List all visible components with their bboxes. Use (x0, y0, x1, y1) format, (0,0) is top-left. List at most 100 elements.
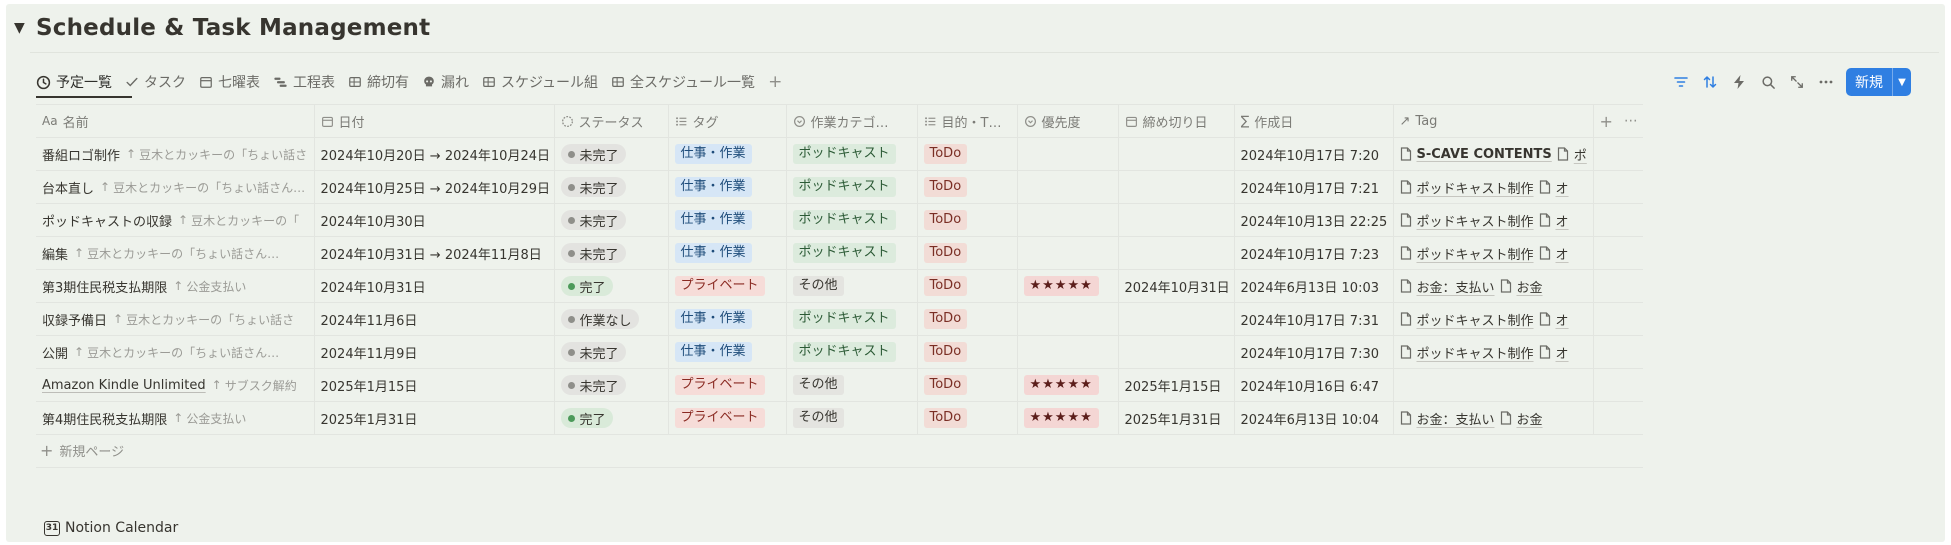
cell-name[interactable]: 番組ロゴ制作 ↑ 豆木とカッキーの「ちょい話さ (36, 137, 315, 171)
relation-page-1[interactable]: ポッドキャスト制作 (1400, 244, 1534, 263)
row-name[interactable]: ポッドキャストの収録 (42, 211, 172, 230)
col-header-status[interactable]: ステータス (554, 104, 669, 138)
col-header-created[interactable]: ∑ 作成日 (1234, 104, 1394, 138)
cell-status[interactable]: 完了 (554, 269, 669, 303)
more-icon[interactable]: ⋯ (1624, 113, 1637, 129)
cell-status[interactable]: 未完了 (554, 368, 669, 402)
cell-date[interactable]: 2024年10月20日 → 2024年10月24日 (314, 137, 555, 171)
cell-category[interactable]: その他 (786, 401, 918, 435)
cell-purpose[interactable]: ToDo (917, 302, 1018, 336)
tab-tasks[interactable]: タスク (125, 72, 186, 92)
relation-page-1[interactable]: お金：支払い (1400, 277, 1495, 296)
table-row[interactable]: 収録予備日 ↑ 豆木とカッキーの「ちょい話さ 2024年11月6日 作業なし 仕事… (36, 302, 1643, 336)
cell-deadline[interactable] (1118, 302, 1235, 336)
parent-relation[interactable]: ↑ 豆木とカッキーの「ちょい話さん… (74, 245, 279, 262)
cell-name[interactable]: 第4期住民税支払期限 ↑ 公金支払い (36, 401, 315, 435)
row-name[interactable]: 収録予備日 (42, 310, 107, 329)
cell-deadline[interactable]: 2025年1月15日 (1118, 368, 1235, 402)
cell-date[interactable]: 2024年10月25日 → 2024年10月29日 (314, 170, 555, 204)
cell-tag-relation[interactable]: ポッドキャスト制作 オ (1393, 203, 1594, 237)
cell-status[interactable]: 未完了 (554, 137, 669, 171)
relation-page-2[interactable]: オ (1539, 343, 1569, 362)
cell-deadline[interactable] (1118, 203, 1235, 237)
tab-schedule-list[interactable]: 予定一覧 (36, 72, 112, 92)
parent-relation[interactable]: ↑ 豆木とカッキーの「ちょい話さ (126, 146, 307, 163)
chevron-down-icon[interactable]: ▼ (1892, 68, 1911, 96)
cell-status[interactable]: 未完了 (554, 236, 669, 270)
new-page-button[interactable]: + 新規ページ (40, 441, 124, 460)
row-name[interactable]: 番組ロゴ制作 (42, 145, 120, 164)
parent-relation[interactable]: ↑ 豆木とカッキーの「ちょい話さ (113, 311, 294, 328)
cell-deadline[interactable] (1118, 170, 1235, 204)
cell-date[interactable]: 2024年10月31日 (314, 269, 555, 303)
table-row[interactable]: Amazon Kindle Unlimited ↑ サブスク解約 2025年1月1… (36, 368, 1643, 402)
cell-priority[interactable] (1017, 335, 1119, 369)
table-row[interactable]: 第4期住民税支払期限 ↑ 公金支払い 2025年1月31日 完了 プライベート そ… (36, 401, 1643, 435)
cell-priority[interactable] (1017, 137, 1119, 171)
parent-relation[interactable]: ↑ 豆木とカッキーの「 (178, 212, 299, 229)
col-header-priority[interactable]: 優先度 (1017, 104, 1119, 138)
relation-page-1[interactable]: ポッドキャスト制作 (1400, 310, 1534, 329)
cell-name[interactable]: 収録予備日 ↑ 豆木とカッキーの「ちょい話さ (36, 302, 315, 336)
cell-deadline[interactable]: 2025年1月31日 (1118, 401, 1235, 435)
cell-priority[interactable] (1017, 170, 1119, 204)
tab-with-deadline[interactable]: 締切有 (348, 72, 409, 92)
cell-priority[interactable]: ★★★★★ (1017, 269, 1119, 303)
row-name[interactable]: 公開 (42, 343, 68, 362)
cell-deadline[interactable] (1118, 137, 1235, 171)
col-header-name[interactable]: Aa 名前 (36, 104, 315, 138)
cell-deadline[interactable]: 2024年10月31日 (1118, 269, 1235, 303)
cell-category[interactable]: ポッドキャスト (786, 203, 918, 237)
parent-relation[interactable]: ↑ サブスク解約 (212, 377, 297, 394)
relation-page-1[interactable]: S-CAVE CONTENTS (1400, 147, 1552, 162)
row-name[interactable]: 第4期住民税支払期限 (42, 409, 167, 428)
cell-status[interactable]: 未完了 (554, 203, 669, 237)
col-header-purpose[interactable]: 目的・T… (917, 104, 1018, 138)
cell-date[interactable]: 2025年1月31日 (314, 401, 555, 435)
cell-purpose[interactable]: ToDo (917, 269, 1018, 303)
cell-purpose[interactable]: ToDo (917, 368, 1018, 402)
table-row[interactable]: 台本直し ↑ 豆木とカッキーの「ちょい話さん… 2024年10月25日 → 202… (36, 170, 1643, 204)
relation-page-2[interactable]: お金 (1500, 409, 1543, 428)
new-button[interactable]: 新規 ▼ (1846, 68, 1911, 96)
relation-page-2[interactable]: オ (1539, 178, 1569, 197)
relation-page-2[interactable]: オ (1539, 244, 1569, 263)
cell-tag-relation[interactable]: お金：支払い お金 (1393, 269, 1594, 303)
row-name[interactable]: 編集 (42, 244, 68, 263)
tab-missed[interactable]: 漏れ (422, 72, 469, 92)
relation-page-1[interactable]: ポッドキャスト制作 (1400, 343, 1534, 362)
cell-tag[interactable]: 仕事・作業 (668, 137, 787, 171)
filter-icon[interactable] (1672, 73, 1690, 91)
relation-page-1[interactable]: お金：支払い (1400, 409, 1495, 428)
relation-page-2[interactable]: ポ (1557, 145, 1587, 164)
col-header-tag-relation[interactable]: ↗ Tag (1393, 104, 1594, 138)
cell-priority[interactable] (1017, 203, 1119, 237)
table-row[interactable]: 番組ロゴ制作 ↑ 豆木とカッキーの「ちょい話さ 2024年10月20日 → 202… (36, 137, 1643, 171)
notion-calendar-link[interactable]: 31 Notion Calendar (44, 520, 178, 536)
tab-week-calendar[interactable]: 七曜表 (199, 72, 260, 92)
cell-purpose[interactable]: ToDo (917, 137, 1018, 171)
more-icon[interactable] (1817, 73, 1835, 91)
cell-name[interactable]: 台本直し ↑ 豆木とカッキーの「ちょい話さん… (36, 170, 315, 204)
cell-tag[interactable]: プライベート (668, 269, 787, 303)
cell-deadline[interactable] (1118, 335, 1235, 369)
cell-name[interactable]: 編集 ↑ 豆木とカッキーの「ちょい話さん… (36, 236, 315, 270)
parent-relation[interactable]: ↑ 公金支払い (173, 410, 246, 427)
cell-date[interactable]: 2024年11月9日 (314, 335, 555, 369)
relation-page-2[interactable]: オ (1539, 211, 1569, 230)
cell-status[interactable]: 作業なし (554, 302, 669, 336)
relation-page-1[interactable]: ポッドキャスト制作 (1400, 211, 1534, 230)
automation-icon[interactable] (1730, 73, 1748, 91)
cell-tag-relation[interactable]: ポッドキャスト制作 オ (1393, 236, 1594, 270)
cell-category[interactable]: ポッドキャスト (786, 302, 918, 336)
cell-purpose[interactable]: ToDo (917, 170, 1018, 204)
relation-page-2[interactable]: お金 (1500, 277, 1543, 296)
cell-priority[interactable]: ★★★★★ (1017, 401, 1119, 435)
cell-status[interactable]: 完了 (554, 401, 669, 435)
cell-status[interactable]: 未完了 (554, 335, 669, 369)
cell-tag[interactable]: プライベート (668, 401, 787, 435)
cell-tag[interactable]: プライベート (668, 368, 787, 402)
table-row[interactable]: 第3期住民税支払期限 ↑ 公金支払い 2024年10月31日 完了 プライベート … (36, 269, 1643, 303)
cell-category[interactable]: ポッドキャスト (786, 137, 918, 171)
expand-icon[interactable] (1788, 73, 1806, 91)
